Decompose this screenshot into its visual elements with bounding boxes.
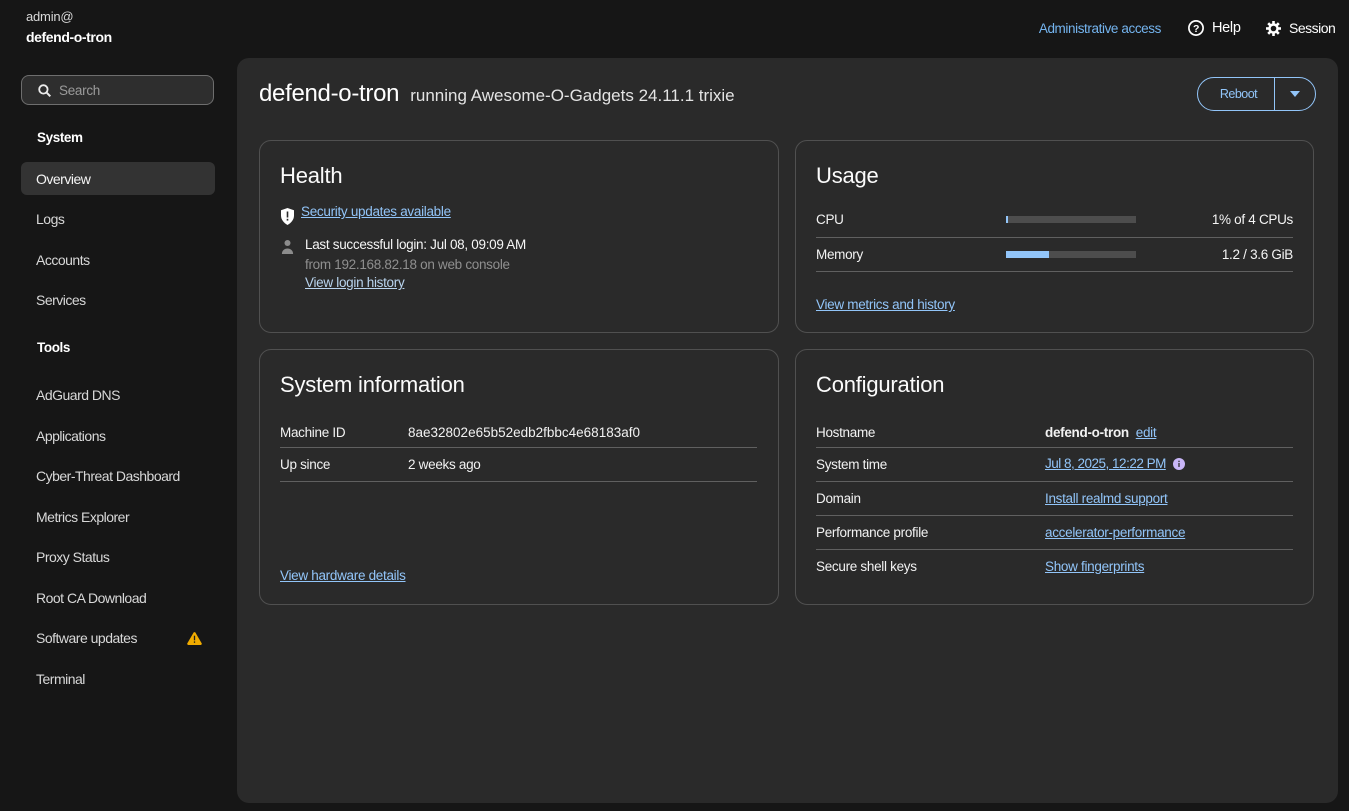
svg-text:?: ? <box>1193 23 1199 35</box>
